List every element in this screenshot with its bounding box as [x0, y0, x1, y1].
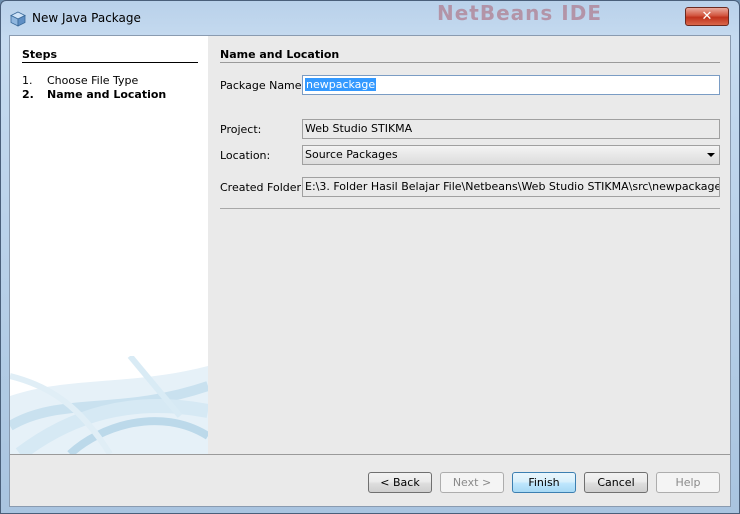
title-bar[interactable]: New Java Package NetBeans IDE ✕ [1, 1, 739, 35]
content-panel: Name and Location Package Name: newpacka… [208, 36, 730, 454]
project-field: Web Studio STIKMA [302, 119, 720, 139]
step-number: 2. [22, 88, 34, 101]
panel-title: Name and Location [220, 48, 720, 63]
cancel-button[interactable]: Cancel [584, 472, 648, 493]
decorative-swirl-graphic [10, 356, 208, 454]
netbeans-cube-icon [10, 11, 26, 27]
created-folder-label: Created Folder: [220, 181, 305, 194]
dialog-window: New Java Package NetBeans IDE ✕ Steps 1.… [0, 0, 740, 514]
step-name-and-location: 2. Name and Location [22, 88, 166, 101]
button-bar: < Back Next > Finish Cancel Help [10, 454, 730, 506]
back-button[interactable]: < Back [368, 472, 432, 493]
step-label: Choose File Type [47, 74, 139, 87]
steps-heading: Steps [22, 48, 198, 63]
location-selected-value: Source Packages [305, 148, 398, 161]
created-folder-field: E:\3. Folder Hasil Belajar File\Netbeans… [302, 177, 720, 197]
location-label: Location: [220, 149, 271, 162]
next-button[interactable]: Next > [440, 472, 504, 493]
location-dropdown[interactable]: Source Packages [302, 145, 720, 165]
help-button[interactable]: Help [656, 472, 720, 493]
dialog-client-area: Steps 1. Choose File Type 2. Name and Loca… [9, 35, 731, 507]
package-name-input[interactable]: newpackage [302, 75, 720, 95]
netbeans-watermark-logo: NetBeans IDE [437, 1, 602, 23]
window-title: New Java Package [32, 11, 141, 25]
close-button[interactable]: ✕ [685, 7, 729, 26]
step-choose-file-type: 1. Choose File Type [22, 74, 138, 87]
finish-button[interactable]: Finish [512, 472, 576, 493]
divider [220, 208, 720, 209]
step-number: 1. [22, 74, 33, 87]
package-name-value: newpackage [305, 78, 377, 91]
steps-panel: Steps 1. Choose File Type 2. Name and Loca… [10, 36, 208, 454]
project-label: Project: [220, 123, 262, 136]
step-label: Name and Location [47, 88, 167, 101]
package-name-label: Package Name: [220, 79, 306, 92]
chevron-down-icon[interactable] [707, 153, 715, 157]
